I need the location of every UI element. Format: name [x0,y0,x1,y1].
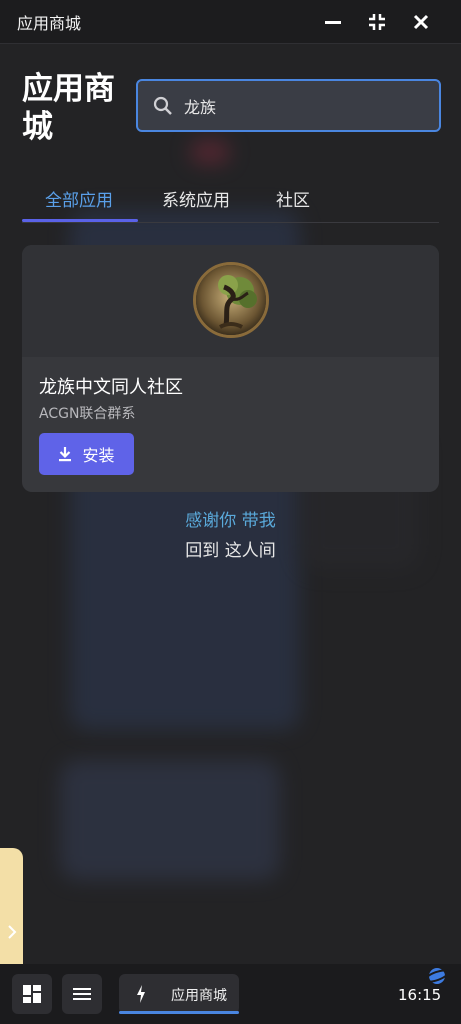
tree-logo-icon [196,265,266,335]
tagline-line-2: 回到 这人间 [185,541,276,561]
minimize-button[interactable] [320,10,346,34]
category-tabs: 全部应用 系统应用 社区 [22,172,439,223]
tab-all-apps[interactable]: 全部应用 [45,186,113,211]
close-button[interactable] [408,10,434,34]
page-title: 应用商城 [22,71,115,145]
search-input[interactable] [184,96,424,115]
chevron-right-icon [7,925,16,939]
close-icon [413,14,429,30]
app-grid-button[interactable] [12,974,52,1014]
window-title: 应用商城 [17,13,82,33]
app-name: 龙族中文同人社区 [39,377,183,398]
active-app-indicator [119,1011,239,1014]
menu-button[interactable] [62,974,102,1014]
app-card[interactable]: 龙族中文同人社区 ACGN联合群系 安装 [22,245,439,492]
install-button[interactable]: 安装 [39,433,134,475]
app-window: 应用商城 应用商城 全部应用 [0,0,461,1024]
background-blur [190,140,230,164]
shrink-icon [369,14,385,30]
background-blur [60,760,280,880]
minimize-icon [325,21,341,24]
clock: 16:15 [398,986,442,1004]
tab-community[interactable]: 社区 [276,186,310,211]
app-avatar [193,262,269,338]
taskbar-app-name: 应用商城 [171,988,227,1004]
bolt-icon [137,985,145,1003]
taskbar: 应用商城 16:15 [0,964,461,1024]
install-label: 安装 [82,446,115,465]
tab-system-apps[interactable]: 系统应用 [162,186,230,211]
download-icon [59,447,72,462]
search-icon [153,96,172,115]
app-subtitle: ACGN联合群系 [39,406,136,422]
title-bar: 应用商城 [0,0,461,44]
tagline-line-1: 感谢你 带我 [185,511,276,531]
taskbar-app-store[interactable]: 应用商城 [119,974,239,1014]
hamburger-icon [73,988,91,1000]
shrink-button[interactable] [364,10,390,34]
planet-icon[interactable] [424,964,450,986]
search-box[interactable] [136,79,441,132]
grid-icon [23,985,41,1003]
active-tab-indicator [22,219,138,222]
